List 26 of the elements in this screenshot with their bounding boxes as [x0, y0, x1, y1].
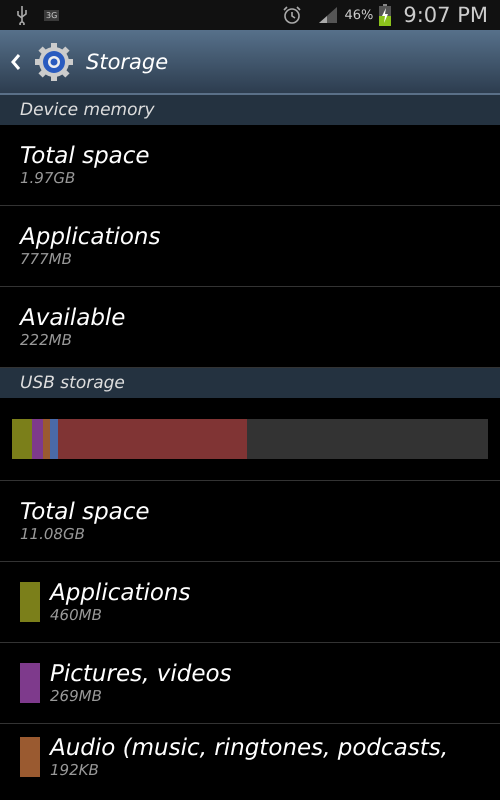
- signal-icon: [318, 6, 338, 24]
- battery-charging-icon: [379, 4, 392, 26]
- item-size: 460MB: [50, 606, 103, 624]
- item-title: Applications: [50, 580, 190, 606]
- item-size: 222MB: [20, 331, 73, 349]
- item-size: 11.08GB: [20, 525, 86, 543]
- item-title: Total space: [20, 143, 150, 169]
- item-title: Total space: [20, 499, 150, 525]
- clock: 9:07 PM: [403, 3, 488, 27]
- section-header: Device memory: [0, 95, 500, 125]
- alarm-icon: [282, 5, 302, 25]
- item-title: Pictures, videos: [50, 661, 232, 687]
- item-size: 269MB: [50, 687, 103, 705]
- usb-icon: [16, 5, 28, 25]
- settings-icon: [34, 42, 74, 82]
- screen-title: Storage: [86, 50, 168, 74]
- back-icon: [10, 52, 22, 72]
- battery-percent: 46%: [344, 8, 374, 22]
- item-size: 1.97GB: [20, 169, 76, 187]
- section-header: USB storage: [0, 368, 500, 398]
- item-size: 192KB: [50, 761, 100, 779]
- item-title: Audio (music, ringtones, podcasts,: [50, 735, 448, 761]
- item-size: 777MB: [20, 250, 73, 268]
- item-title: Available: [20, 305, 126, 331]
- network-badge: 3G: [44, 10, 60, 20]
- item-title: Applications: [20, 224, 160, 250]
